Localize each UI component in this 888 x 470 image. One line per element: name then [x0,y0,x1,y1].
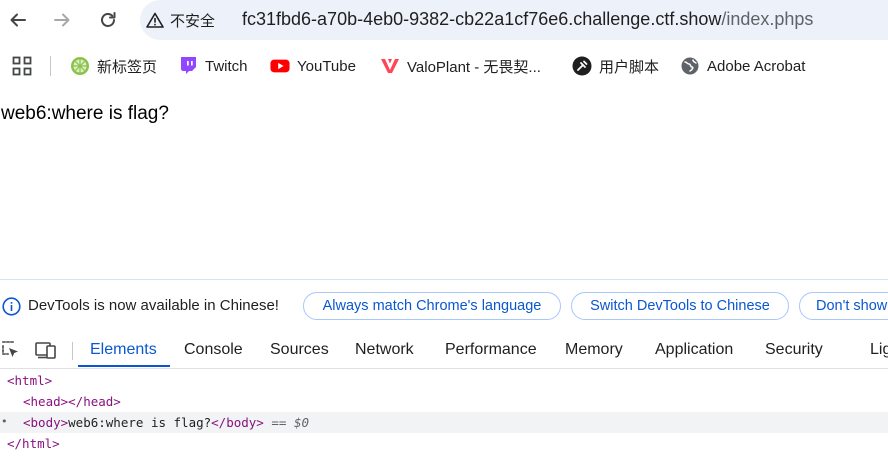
reload-button[interactable] [96,8,120,32]
tab-sources[interactable]: Sources [270,332,329,368]
omnibox[interactable]: 不安全 fc31fbd6-a70b-4eb0-9382-cb22a1cf76e6… [140,0,888,40]
bookmark-userscript[interactable]: 用户脚本 [572,48,659,84]
userscript-icon [572,56,592,76]
twitch-icon [178,56,198,76]
dom-node-body[interactable]: • <body>web6:where is flag?</body> == $0 [0,412,888,433]
forward-button[interactable] [50,8,74,32]
tab-elements[interactable]: Elements [90,332,157,368]
url-host: fc31fbd6-a70b-4eb0-9382-cb22a1cf76e6.cha… [242,9,722,29]
dom-node-html-close[interactable]: </html> [0,433,888,454]
tab-console[interactable]: Console [184,332,243,368]
back-arrow-icon [10,13,26,27]
active-tab-indicator [78,365,170,367]
always-match-language-button[interactable]: Always match Chrome's language [303,292,561,320]
bookmark-label: YouTube [297,57,356,75]
bookmark-youtube[interactable]: YouTube [270,48,356,84]
page-body-text: web6:where is flag? [1,103,169,124]
bookmark-adobe-acrobat[interactable]: Adobe Acrobat [680,48,805,84]
bookmark-label: 用户脚本 [599,58,660,76]
bookmark-label: 新标签页 [97,58,158,76]
bookmarks-bar: 新标签页 Twitch YouTube ValoPlant - 无畏契... 用… [0,48,888,84]
infobar-message: DevTools is now available in Chinese! [28,297,279,314]
address-bar-row: 不安全 fc31fbd6-a70b-4eb0-9382-cb22a1cf76e6… [0,0,888,40]
back-button[interactable] [6,8,30,32]
selected-node-marker: == $0 [271,415,310,430]
security-label: 不安全 [170,12,216,30]
lime-icon [70,56,90,76]
bookmark-label: Twitch [205,57,248,75]
tab-security[interactable]: Security [765,332,823,368]
selected-node-dot: • [1,415,8,428]
devtools-language-infobar: DevTools is now available in Chinese! Al… [0,280,888,332]
bookmark-label: Adobe Acrobat [707,57,806,75]
inspect-element-icon[interactable] [1,340,21,360]
devtools-tab-bar: Elements Console Sources Network Perform… [0,332,888,369]
device-toolbar-icon[interactable] [35,340,57,360]
bookmark-twitch[interactable]: Twitch [178,48,248,84]
apps-grid-icon[interactable] [12,56,32,76]
globe-icon [680,56,700,76]
body-text-node: web6:where is flag? [68,415,212,430]
dont-show-button[interactable]: Don't show [799,292,888,320]
dom-node-head[interactable]: <head></head> [0,391,888,412]
tab-network[interactable]: Network [355,332,414,368]
tab-lighthouse[interactable]: Lig [870,332,888,368]
dom-node-html[interactable]: <html> [0,370,888,391]
warning-icon [146,12,164,28]
tab-memory[interactable]: Memory [565,332,623,368]
bookmark-new-tab[interactable]: 新标签页 [70,48,157,84]
body-open-tag: <body> [23,415,69,430]
bookmark-label: ValoPlant - 无畏契... [407,58,541,76]
security-chip[interactable]: 不安全 [146,7,215,33]
youtube-icon [270,56,290,76]
switch-to-chinese-button[interactable]: Switch DevTools to Chinese [571,292,789,320]
tab-performance[interactable]: Performance [445,332,537,368]
tab-separator [72,342,73,360]
tab-application[interactable]: Application [655,332,733,368]
head-tag: <head></head> [23,394,121,409]
forward-arrow-icon [54,13,70,27]
html-open-tag: <html> [7,373,53,388]
url-text[interactable]: fc31fbd6-a70b-4eb0-9382-cb22a1cf76e6.cha… [242,9,813,30]
info-icon [2,297,21,316]
body-close-tag: </body> [211,415,264,430]
bookmark-valoplant[interactable]: ValoPlant - 无畏契... [380,48,541,84]
valoplant-icon [380,56,400,76]
html-close-tag: </html> [7,436,60,451]
bookmarks-separator [50,56,51,76]
reload-icon [101,12,116,27]
url-path: /index.phps [721,9,814,29]
